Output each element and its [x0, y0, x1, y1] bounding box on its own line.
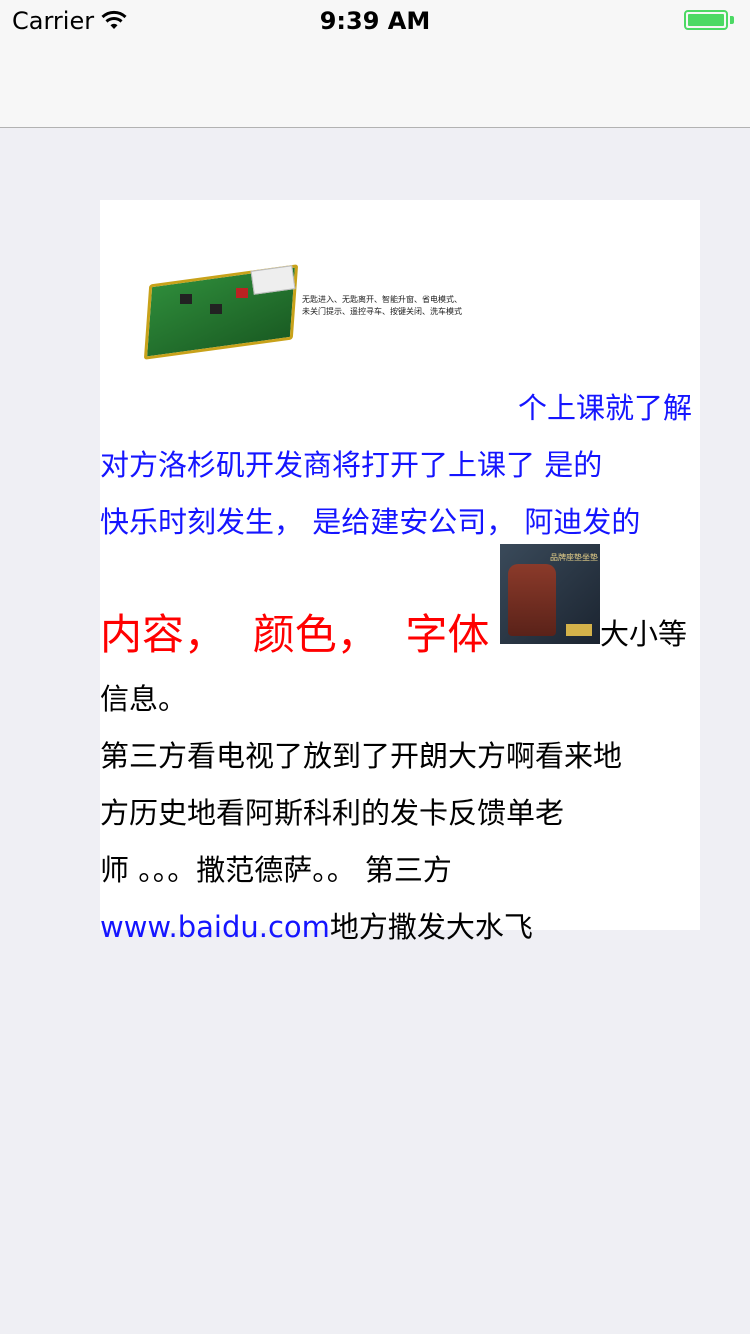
rich-text-card: 无匙进入、无匙离开、智能升窗、省电模式、未关门提示、遥控寻车、按键关闭、洗车模式… — [100, 200, 700, 944]
pcb-product-image: 无匙进入、无匙离开、智能升窗、省电模式、未关门提示、遥控寻车、按键关闭、洗车模式 — [140, 260, 462, 360]
text-line-7: 方历史地看阿斯科利的发卡反馈单老 — [100, 796, 565, 830]
seat-graphic — [508, 564, 556, 636]
text-line-8: 师 。。。撒范德萨。。 第三方 — [100, 853, 452, 887]
pcb-chip — [236, 288, 248, 298]
text-line-5: 信息。 — [100, 682, 188, 716]
status-and-nav-bar: Carrier 9:39 AM — [0, 0, 750, 128]
text-line-9: www.baidu.com地方撒发大水飞 — [100, 899, 700, 956]
red-large-text: 内容， 颜色， 字体 — [100, 610, 490, 659]
battery-icon — [684, 10, 728, 30]
pcb-chip — [180, 294, 192, 304]
pcb-image-caption: 无匙进入、无匙离开、智能升窗、省电模式、未关门提示、遥控寻车、按键关闭、洗车模式 — [302, 295, 462, 316]
text-line-2: 对方洛杉矶开发商将打开了上课了 是的 — [100, 448, 603, 482]
text-line-3: 快乐时刻发生， 是给建安公司， 阿迪发的 — [100, 505, 641, 539]
text-after-image: 大小等 — [600, 617, 688, 651]
seat-badge-graphic — [566, 624, 592, 636]
text-line-9-rest: 地方撒发大水飞 — [329, 910, 533, 944]
seat-image-title: 品牌座垫坐垫 — [550, 553, 598, 562]
attributed-text-body: 个上课就了解 对方洛杉矶开发商将打开了上课了 是的 快乐时刻发生， 是给建安公司… — [100, 380, 700, 956]
seat-cushion-image: 品牌座垫坐垫 — [500, 544, 600, 644]
text-line-1: 个上课就了解 — [517, 391, 692, 425]
battery-nub — [730, 16, 734, 24]
baidu-link[interactable]: www.baidu.com — [100, 910, 330, 944]
pcb-chip — [210, 304, 222, 314]
status-time: 9:39 AM — [319, 7, 431, 35]
text-line-6: 第三方看电视了放到了开朗大方啊看来地 — [100, 739, 623, 773]
